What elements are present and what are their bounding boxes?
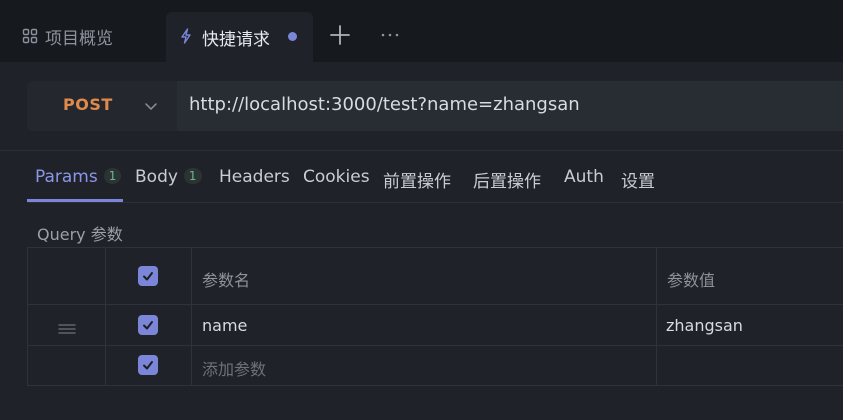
url-bar: POST http://localhost:3000/test?name=zha… [27, 81, 843, 131]
url-input[interactable]: http://localhost:3000/test?name=zhangsan [189, 94, 580, 115]
column-header-value: 参数值 [667, 271, 716, 290]
unsaved-indicator [288, 32, 297, 41]
param-value-input[interactable]: zhangsan [666, 316, 743, 335]
tab-quick-request[interactable]: 快捷请求 [166, 12, 313, 62]
tab-cookies[interactable]: Cookies [303, 167, 370, 187]
method-select[interactable]: POST [27, 81, 177, 131]
grid-icon [22, 28, 38, 44]
row-divider [28, 304, 843, 305]
body-count-badge: 1 [183, 168, 202, 184]
check-icon [143, 321, 153, 330]
column-header-name: 参数名 [202, 271, 251, 290]
column-divider [191, 248, 192, 385]
tab-overview-label: 项目概览 [45, 28, 113, 49]
column-divider [105, 248, 106, 385]
select-all-checkbox[interactable] [138, 266, 158, 286]
lightning-icon [180, 28, 192, 48]
tab-auth[interactable]: Auth [564, 167, 604, 187]
tab-overview[interactable]: 项目概览 [22, 14, 113, 58]
param-name-input[interactable]: name [202, 316, 247, 335]
column-divider [656, 248, 657, 385]
divider [0, 150, 843, 151]
tab-pre-request[interactable]: 前置操作 [383, 167, 451, 192]
chevron-down-icon [144, 98, 158, 117]
more-tabs-button[interactable] [379, 24, 401, 50]
tab-body-label: Body [135, 167, 178, 187]
tab-quick-request-label: 快捷请求 [202, 30, 270, 50]
row-checkbox[interactable] [138, 315, 158, 335]
check-icon [143, 361, 153, 370]
divider [27, 202, 843, 203]
tab-headers[interactable]: Headers [219, 167, 290, 187]
query-section-title: Query 参数 [37, 225, 123, 244]
tab-bar: 项目概览 快捷请求 [0, 0, 843, 62]
params-count-badge: 1 [103, 168, 122, 184]
tab-settings[interactable]: 设置 [621, 167, 655, 192]
method-label: POST [63, 95, 113, 114]
row-divider [28, 345, 843, 346]
add-param-input[interactable]: 添加参数 [202, 356, 266, 380]
new-row-checkbox[interactable] [138, 355, 158, 375]
query-params-table: 参数名 参数值 name zhangsan 添加参数 [27, 247, 843, 386]
add-tab-button[interactable] [329, 24, 351, 50]
tab-params[interactable]: Params 1 [35, 167, 122, 187]
tab-params-label: Params [35, 167, 98, 187]
tab-body[interactable]: Body 1 [135, 167, 202, 187]
drag-handle-icon[interactable] [58, 320, 76, 339]
check-icon [143, 272, 153, 281]
tab-post-request[interactable]: 后置操作 [473, 167, 541, 192]
